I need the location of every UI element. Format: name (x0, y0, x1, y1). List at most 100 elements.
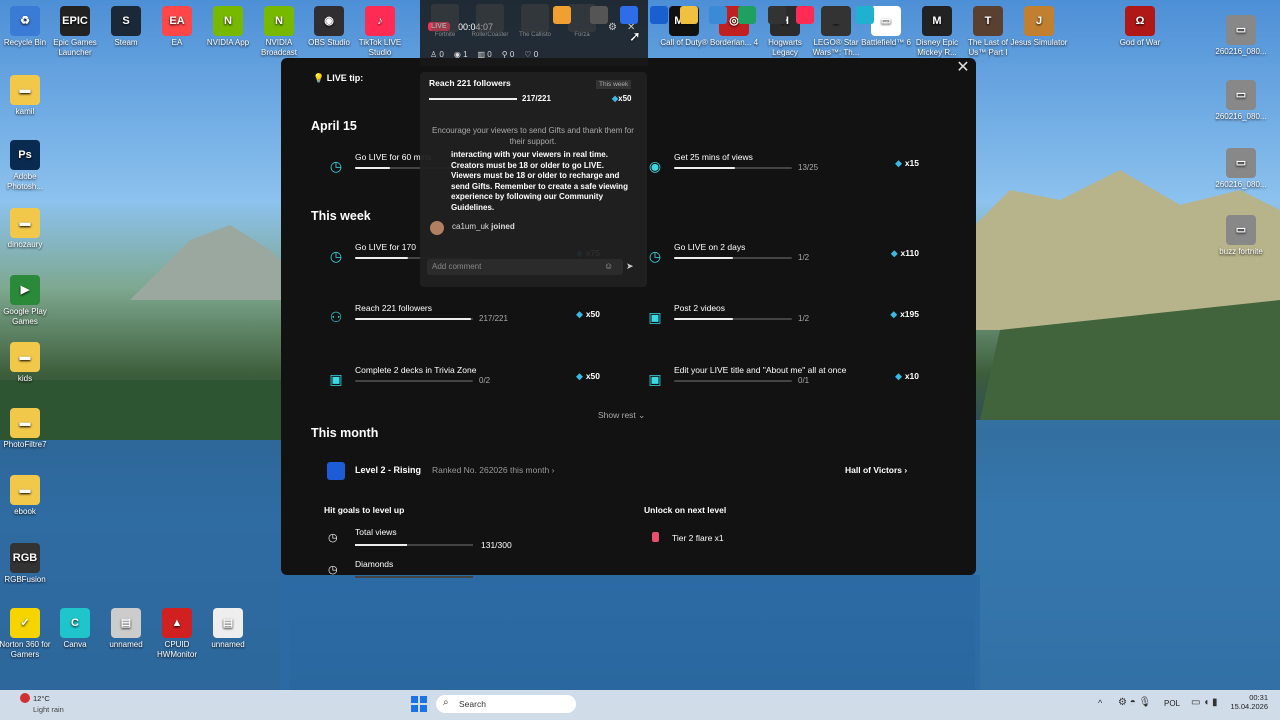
task-name: Go LIVE for 170 (355, 242, 416, 252)
app-icon: J (1024, 6, 1054, 36)
gem-icon: ◆ (576, 309, 583, 319)
desktop-icon-label: Google Play Games (3, 307, 47, 326)
task-progress-bar (355, 318, 473, 320)
app-icon: ▶ (10, 275, 40, 305)
game-tile[interactable]: The Callisto (515, 4, 555, 38)
desktop-icon[interactable]: ▬ kids (0, 342, 55, 384)
taskbar-app-icon[interactable] (768, 6, 786, 24)
task-reward: ◆ x50 (576, 309, 600, 319)
emoji-icon[interactable]: ☺ (604, 261, 613, 271)
weather-desc[interactable]: Light rain (33, 705, 64, 714)
popup-message: interacting with your viewers in real ti… (451, 150, 628, 212)
task-progress-bar (674, 380, 792, 382)
joined-line: ca1um_uk joined (452, 222, 515, 231)
desktop-icon-label: kids (17, 374, 33, 383)
language-indicator[interactable]: POL (1164, 699, 1180, 708)
taskbar-app-icon[interactable] (680, 6, 698, 24)
taskbar-app-icon[interactable] (796, 6, 814, 24)
overlay-stat: ◉ 1 (453, 50, 468, 59)
app-icon: ♻ (10, 6, 40, 36)
taskbar-app-icon[interactable] (620, 6, 638, 24)
taskbar-app-icon[interactable] (590, 6, 608, 24)
taskbar-app-icon[interactable] (856, 6, 874, 24)
desktop-icon[interactable]: J Jesus Simulator (1009, 6, 1069, 48)
desktop-icon[interactable]: ▭ 260216_080... (1211, 80, 1271, 122)
app-icon: ◉ (314, 6, 344, 36)
task-icon: ◷ (329, 248, 343, 264)
popup-goal-tag: This week (596, 80, 632, 89)
desktop-icon-label: kamil (15, 107, 35, 116)
flare-icon (652, 532, 659, 542)
gem-icon: ◆ (891, 248, 898, 258)
app-icon: Ω (1125, 6, 1155, 36)
windows-start-icon[interactable] (411, 696, 427, 712)
weather-temp[interactable]: 12°C (33, 694, 50, 703)
task-item[interactable]: ▣ Edit your LIVE title and "About me" all… (645, 365, 919, 405)
app-icon: ▭ (1226, 215, 1256, 245)
desktop-icon[interactable]: Ω God of War (1110, 6, 1170, 48)
gear-icon[interactable]: ⚙ (608, 22, 617, 33)
task-progress: 13/25 (798, 163, 819, 172)
weather-alert-icon[interactable] (20, 693, 30, 703)
desktop-icon[interactable]: ▬ PhotoFiltre7 (0, 408, 55, 450)
taskbar-app-icon[interactable] (553, 6, 571, 24)
goal-progress: 131/300 (481, 540, 512, 550)
task-item[interactable]: ⚇ Reach 221 followers 217/221 ◆ x50 (326, 303, 600, 343)
desktop-icon[interactable]: ▬ dinozaury (0, 208, 55, 250)
level-goal: ◷ Total views 131/300 (328, 527, 528, 555)
send-icon[interactable]: ➤ (626, 261, 634, 272)
desktop-icon[interactable]: ▤ unnamed (198, 608, 258, 650)
taskbar-search[interactable] (436, 695, 576, 713)
app-icon: EA (162, 6, 192, 36)
desktop-icon[interactable]: Ps Adobe Photosh... (0, 140, 55, 192)
gem-icon: ◆ (576, 371, 583, 381)
close-icon[interactable]: ✕ (955, 60, 971, 76)
task-reward: ◆ x195 (890, 309, 919, 319)
desktop-icon[interactable]: ▭ buzz fortnite (1211, 215, 1271, 257)
desktop-icon[interactable]: ▬ ebook (0, 475, 55, 517)
task-item[interactable]: ◉ Get 25 mins of views 13/25 ◆ x15 (645, 152, 919, 192)
task-progress: 0/2 (479, 376, 491, 385)
hall-of-victors-link[interactable]: Hall of Victors › (845, 465, 907, 475)
goal-name: Diamonds (355, 559, 394, 569)
live-tip: 💡 LIVE tip: (313, 73, 364, 83)
level-badge-icon (327, 462, 345, 480)
chevron-up-icon[interactable]: ^ (1098, 698, 1102, 708)
desktop-icon[interactable]: RGB RGBFusion (0, 543, 55, 585)
goal-progress-bar (355, 576, 473, 578)
level-rank[interactable]: Ranked No. 262026 this month › (432, 465, 554, 475)
desktop-icon[interactable]: ▭ 260216_080... (1211, 15, 1271, 57)
overlay-stat: ♡ 0 (524, 50, 539, 59)
task-name: Reach 221 followers (355, 303, 433, 313)
desktop-icon[interactable]: ♪ TikTok LIVE Studio (350, 6, 410, 58)
clock[interactable]: 00:31 15.04.2026 (1228, 693, 1268, 711)
task-name: Edit your LIVE title and "About me" all … (674, 365, 847, 375)
taskbar-app-icon[interactable] (709, 6, 727, 24)
desktop-icon-label: TikTok LIVE Studio (358, 38, 402, 57)
task-item[interactable]: ◷ Go LIVE on 2 days 1/2 ◆ x110 (645, 242, 919, 282)
app-icon: C (60, 608, 90, 638)
network-volume-battery-icons[interactable]: ▭ ◖ ▮ (1191, 697, 1218, 708)
taskbar-app-icon[interactable] (826, 6, 844, 24)
task-icon: ▣ (648, 371, 662, 387)
tray-icons[interactable]: ⚙ ◓ 🎙 (1118, 697, 1151, 708)
taskbar-app-icon[interactable] (650, 6, 668, 24)
desktop-icon[interactable]: ▬ kamil (0, 75, 55, 117)
desktop-icon-label: dinozaury (7, 240, 43, 249)
task-item[interactable]: ▣ Complete 2 decks in Trivia Zone 0/2 ◆ x50 (326, 365, 600, 405)
task-reward: ◆ x50 (576, 371, 600, 381)
task-item[interactable]: ▣ Post 2 videos 1/2 ◆ x195 (645, 303, 919, 343)
gem-icon: ◆ (890, 309, 898, 319)
task-progress-bar (355, 380, 473, 382)
goal-progress-bar (355, 544, 473, 546)
game-tile[interactable]: Fortnite (425, 4, 465, 38)
game-tile[interactable]: RollerCoaster (470, 4, 510, 38)
taskbar-app-icon[interactable] (738, 6, 756, 24)
desktop-icon[interactable]: ▶ Google Play Games (0, 275, 55, 327)
desktop-icon-label: PhotoFiltre7 (3, 440, 47, 449)
section-today: April 15 (311, 119, 357, 133)
app-icon: N (213, 6, 243, 36)
app-icon: ▭ (1226, 15, 1256, 45)
desktop-icon[interactable]: ▭ 260216_080... (1211, 148, 1271, 190)
show-rest-button[interactable]: Show rest ⌄ (598, 410, 645, 421)
